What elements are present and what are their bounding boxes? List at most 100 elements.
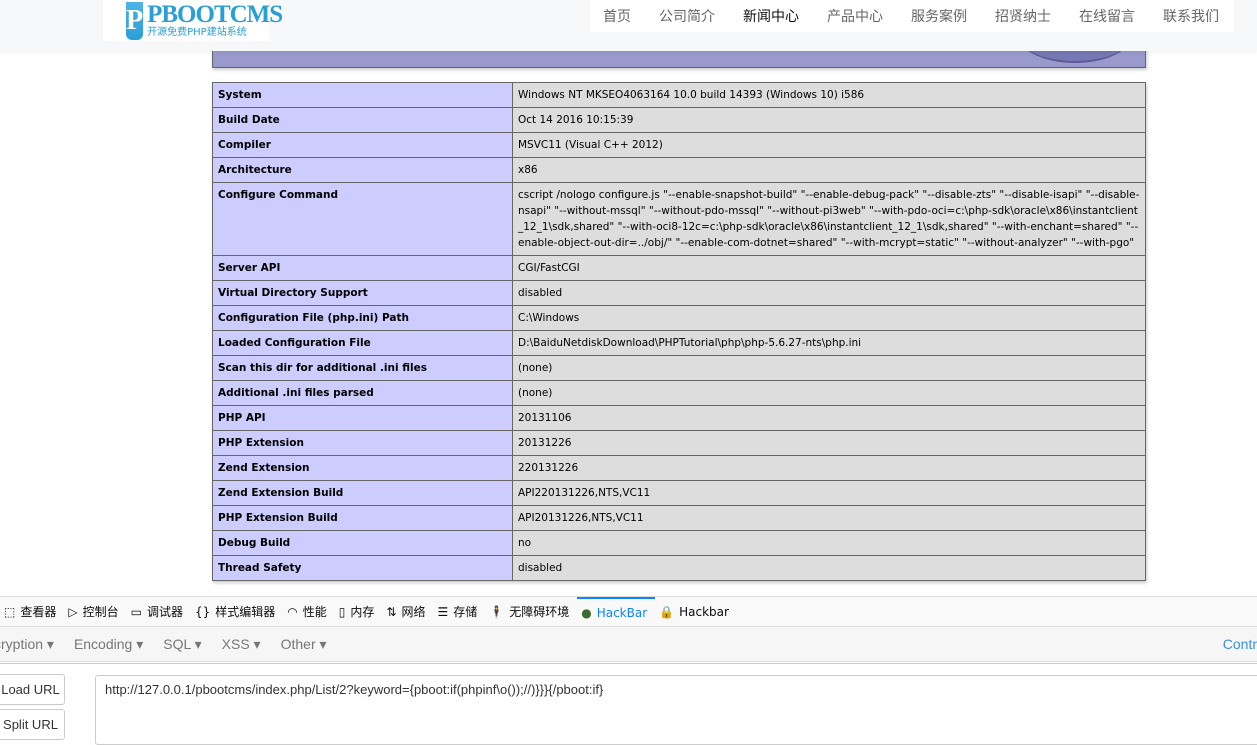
row-key: Scan this dir for additional .ini files xyxy=(212,355,513,381)
devtools-tab[interactable]: {} 样式编辑器 xyxy=(191,597,283,627)
nav-item[interactable]: 公司简介 xyxy=(659,6,715,26)
devtools-toolbar: ⬚ 查看器 ▷ 控制台 ▭ 调试器 {} 样式编辑器 ◠ 性能 ▯ 内存 ⇅ 网络 ☰ 存储 🕴 无障碍环境 ● Ha… xyxy=(0,596,1257,627)
devtools-tab[interactable]: 🔒 Hackbar xyxy=(655,597,737,627)
hackbar-menu-item[interactable]: Other ▾ xyxy=(281,636,327,653)
devtools-tab[interactable]: ◠ 性能 xyxy=(283,597,335,627)
hackbar-panel: Load URL Split URL http://127.0.0.1/pboo… xyxy=(0,663,1257,745)
row-key: Architecture xyxy=(212,157,513,183)
row-value: MSVC11 (Visual C++ 2012) xyxy=(512,132,1146,158)
row-key: PHP Extension xyxy=(212,430,513,456)
row-value: C:\Windows xyxy=(512,305,1146,331)
row-key: Configure Command xyxy=(212,182,513,256)
row-value: CGI/FastCGI xyxy=(512,255,1146,281)
row-value: Windows NT MKSEO4063164 10.0 build 14393… xyxy=(512,82,1146,108)
devtools-tab-label: 控制台 xyxy=(82,605,119,619)
load-url-button[interactable]: Load URL xyxy=(0,674,65,705)
row-key: Server API xyxy=(212,255,513,281)
row-value: API20131226,NTS,VC11 xyxy=(512,505,1146,531)
row-key: Thread Safety xyxy=(212,555,513,581)
devtools-tab-label: 查看器 xyxy=(20,605,57,619)
row-key: Loaded Configuration File xyxy=(212,330,513,356)
nav-item[interactable]: 新闻中心 xyxy=(743,6,799,26)
row-value: x86 xyxy=(512,157,1146,183)
table-row: Thread Safety disabled xyxy=(212,555,1146,581)
row-key: Debug Build xyxy=(212,530,513,556)
devtools-tab[interactable]: ● HackBar xyxy=(577,596,656,627)
performance-icon: ◠ xyxy=(287,604,298,619)
row-key: Zend Extension Build xyxy=(212,480,513,506)
devtools-tab[interactable]: 🕴 无障碍环境 xyxy=(485,597,577,627)
storage-icon: ☰ xyxy=(437,604,449,619)
table-row: Zend Extension 220131226 xyxy=(212,455,1146,481)
devtools-tab-label: 性能 xyxy=(302,605,327,619)
inspector-icon: ⬚ xyxy=(4,604,16,619)
hackbar-menu-item[interactable]: Encoding ▾ xyxy=(74,636,143,653)
site-header: P PBOOTCMS 开源免费PHP建站系统 首页 公司简介 新闻中心 产品中心 服务案例… xyxy=(0,0,1257,51)
site-logo[interactable]: P PBOOTCMS 开源免费PHP建站系统 xyxy=(103,0,283,41)
devtools-tab[interactable]: ⬚ 查看器 xyxy=(0,597,64,627)
debugger-icon: ▭ xyxy=(130,604,142,619)
row-key: Build Date xyxy=(212,107,513,133)
nav-item[interactable]: 在线留言 xyxy=(1079,6,1135,26)
hackbar-menu: cryption ▾ Encoding ▾ SQL ▾ XSS ▾ Other ▾ Co… xyxy=(0,627,1257,662)
split-url-button[interactable]: Split URL xyxy=(0,709,65,740)
table-row: Configuration File (php.ini) Path C:\Wind… xyxy=(212,305,1146,331)
row-key: System xyxy=(212,82,513,108)
row-key: Virtual Directory Support xyxy=(212,280,513,306)
table-row: System Windows NT MKSEO4063164 10.0 build… xyxy=(212,82,1146,108)
nav-item[interactable]: 招贤纳士 xyxy=(995,6,1051,26)
console-icon: ▷ xyxy=(68,604,78,619)
devtools-tab[interactable]: ▯ 内存 xyxy=(335,597,383,627)
row-key: PHP API xyxy=(212,405,513,431)
row-value: D:\BaiduNetdiskDownload\PHPTutorial\php\… xyxy=(512,330,1146,356)
logo-text: PBOOTCMS xyxy=(147,0,283,28)
table-row: Debug Build no xyxy=(212,530,1146,556)
nav-item[interactable]: 服务案例 xyxy=(911,6,967,26)
devtools-tab[interactable]: ⇅ 网络 xyxy=(382,597,433,627)
row-value: disabled xyxy=(512,280,1146,306)
row-value: cscript /nologo configure.js "--enable-s… xyxy=(512,182,1146,256)
row-value: no xyxy=(512,530,1146,556)
row-value: (none) xyxy=(512,355,1146,381)
table-row: Architecture x86 xyxy=(212,157,1146,183)
row-key: PHP Extension Build xyxy=(212,505,513,531)
row-value: 20131106 xyxy=(512,405,1146,431)
devtools-tab-label: Hackbar xyxy=(679,604,729,619)
table-row: PHP Extension 20131226 xyxy=(212,430,1146,456)
logo-mark-icon: P xyxy=(126,1,144,40)
table-row: Server API CGI/FastCGI xyxy=(212,255,1146,281)
hackbar-menu-item[interactable]: XSS ▾ xyxy=(222,636,261,653)
table-row: PHP Extension Build API20131226,NTS,VC11 xyxy=(212,505,1146,531)
row-value: (none) xyxy=(512,380,1146,406)
nav-item[interactable]: 产品中心 xyxy=(827,6,883,26)
devtools-tab-label: 调试器 xyxy=(146,605,183,619)
table-row: PHP API 20131106 xyxy=(212,405,1146,431)
lock-icon: 🔒 xyxy=(659,604,675,619)
table-row: Compiler MSVC11 (Visual C++ 2012) xyxy=(212,132,1146,158)
table-row: Virtual Directory Support disabled xyxy=(212,280,1146,306)
nav-item[interactable]: 联系我们 xyxy=(1163,6,1219,26)
table-row: Additional .ini files parsed (none) xyxy=(212,380,1146,406)
row-value: API220131226,NTS,VC11 xyxy=(512,480,1146,506)
table-row: Scan this dir for additional .ini files(… xyxy=(212,355,1146,381)
contribute-link[interactable]: Contr xyxy=(1223,636,1257,652)
devtools-tab-label: 样式编辑器 xyxy=(215,605,276,619)
row-key: Zend Extension xyxy=(212,455,513,481)
row-value: 220131226 xyxy=(512,455,1146,481)
devtools-tab[interactable]: ☰ 存储 xyxy=(433,597,485,627)
devtools-tab-label: 内存 xyxy=(350,605,375,619)
row-value: 20131226 xyxy=(512,430,1146,456)
row-key: Configuration File (php.ini) Path xyxy=(212,305,513,331)
hackbar-menu-item[interactable]: SQL ▾ xyxy=(163,636,201,653)
url-textarea[interactable]: http://127.0.0.1/pbootcms/index.php/List… xyxy=(95,675,1257,745)
devtools-tab[interactable]: ▭ 调试器 xyxy=(127,597,191,627)
nav-item[interactable]: 首页 xyxy=(603,6,631,26)
logo-subtitle: 开源免费PHP建站系统 xyxy=(147,26,247,38)
devtools-tab[interactable]: ▷ 控制台 xyxy=(64,597,126,627)
table-row: Zend Extension Build API220131226,NTS,VC1… xyxy=(212,480,1146,506)
hackbar-menu-item[interactable]: cryption ▾ xyxy=(0,636,54,653)
devtools-tab-label: 无障碍环境 xyxy=(509,605,570,619)
network-icon: ⇅ xyxy=(386,604,397,619)
main-nav: 首页 公司简介 新闻中心 产品中心 服务案例 招贤纳士 在线留言 联系我们 xyxy=(590,0,1234,32)
devtools-tab-label: HackBar xyxy=(596,605,648,620)
